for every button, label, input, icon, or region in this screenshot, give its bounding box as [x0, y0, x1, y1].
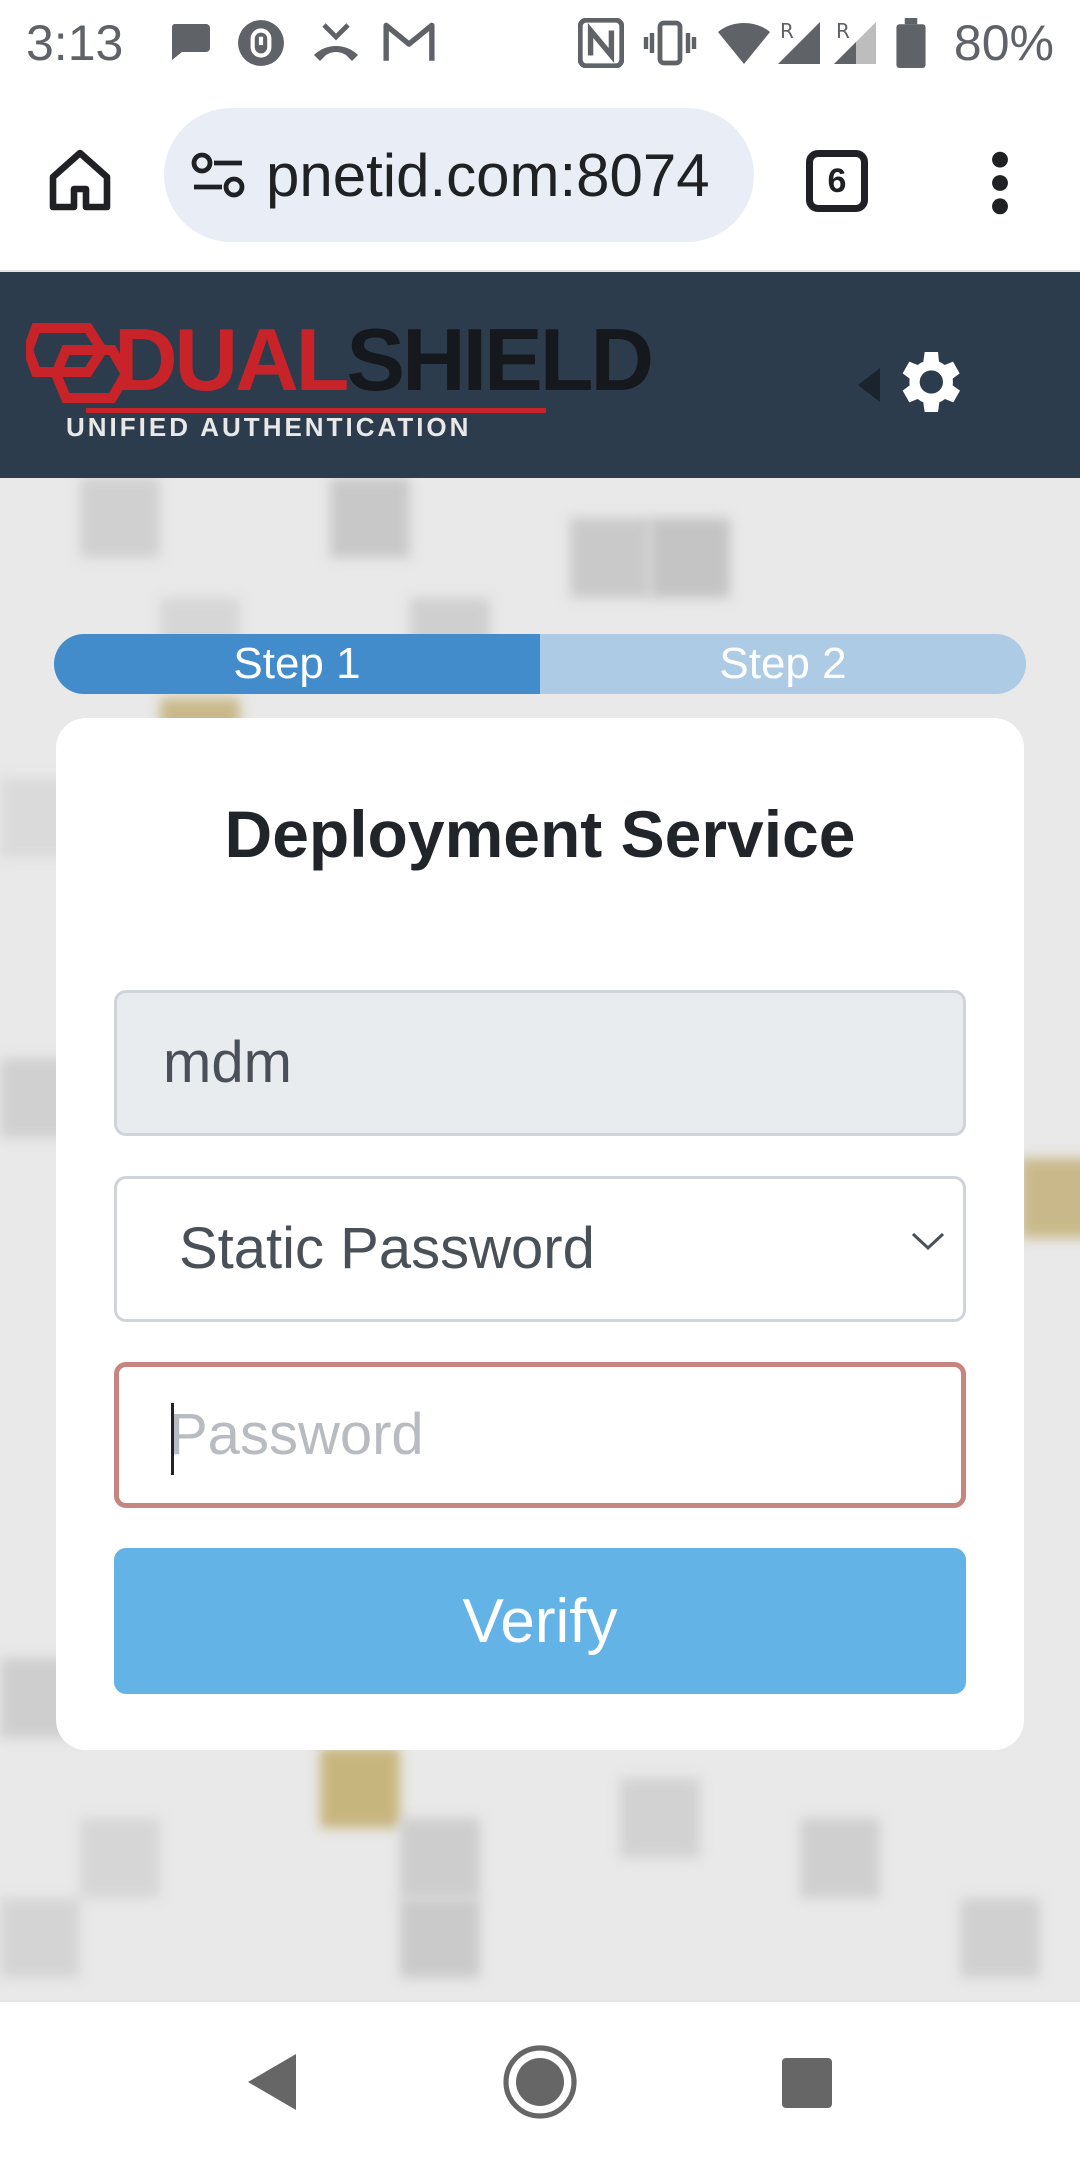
- system-nav-bar: [0, 2000, 1080, 2160]
- status-time: 3:13: [26, 15, 124, 71]
- recent-apps-icon[interactable]: [780, 2056, 834, 2110]
- password-placeholder: Password: [169, 1402, 424, 1467]
- chevron-down-icon: [911, 1232, 945, 1251]
- step-2: Step 2: [540, 634, 1026, 694]
- app-header: DUALSHIELD UNIFIED AUTHENTICATION: [0, 272, 1080, 478]
- address-bar[interactable]: pnetid.com:8074: [164, 108, 754, 242]
- battery-percent: 80%: [953, 15, 1054, 71]
- wifi-icon: [718, 23, 770, 64]
- settings-button[interactable]: [858, 332, 968, 422]
- verify-label: Verify: [462, 1586, 618, 1656]
- battery-icon: [896, 18, 926, 68]
- gmail-icon: [383, 22, 435, 61]
- logo-tagline: UNIFIED AUTHENTICATION: [66, 412, 472, 442]
- status-bar: 3:13 R R 80%: [0, 0, 1080, 88]
- gear-icon: [902, 352, 960, 412]
- missed-call-icon: [314, 23, 358, 61]
- chat-icon: [171, 24, 210, 60]
- username-value: mdm: [163, 1030, 292, 1095]
- browser-toolbar: pnetid.com:8074 6: [0, 88, 1080, 272]
- svg-text:R: R: [780, 19, 794, 43]
- vibrate-icon: [643, 20, 697, 66]
- svg-text:R: R: [836, 19, 850, 43]
- login-card: Deployment Service mdm Static Password P…: [56, 718, 1024, 1750]
- more-vert-icon[interactable]: [980, 148, 1020, 218]
- verify-button[interactable]: Verify: [114, 1548, 966, 1694]
- logo-dual-text: DUAL: [114, 310, 349, 409]
- vpn-lock-icon: [238, 20, 284, 66]
- step-1: Step 1: [54, 634, 540, 694]
- caret-left-icon: [858, 368, 880, 402]
- tabs-button[interactable]: 6: [806, 150, 868, 212]
- password-input[interactable]: Password: [114, 1362, 966, 1508]
- logo-shield-text: SHIELD: [346, 310, 654, 409]
- auth-method-value: Static Password: [179, 1216, 595, 1281]
- text-caret: [171, 1403, 174, 1475]
- dualshield-logo[interactable]: DUALSHIELD UNIFIED AUTHENTICATION: [26, 310, 654, 450]
- back-icon[interactable]: [244, 2052, 300, 2112]
- nfc-icon: [578, 18, 624, 68]
- home-icon[interactable]: [44, 144, 116, 216]
- site-settings-icon[interactable]: [190, 150, 246, 200]
- username-field[interactable]: mdm: [114, 990, 966, 1136]
- card-title: Deployment Service: [224, 797, 856, 871]
- tab-count: 6: [827, 161, 847, 200]
- auth-method-select[interactable]: Static Password: [114, 1176, 966, 1322]
- url-text: pnetid.com:8074: [266, 142, 710, 209]
- signal-icon: R: [778, 19, 820, 64]
- step-progress: Step 1 Step 2: [54, 634, 1026, 694]
- signal-icon: R: [834, 19, 876, 64]
- home-circle-icon[interactable]: [500, 2042, 580, 2122]
